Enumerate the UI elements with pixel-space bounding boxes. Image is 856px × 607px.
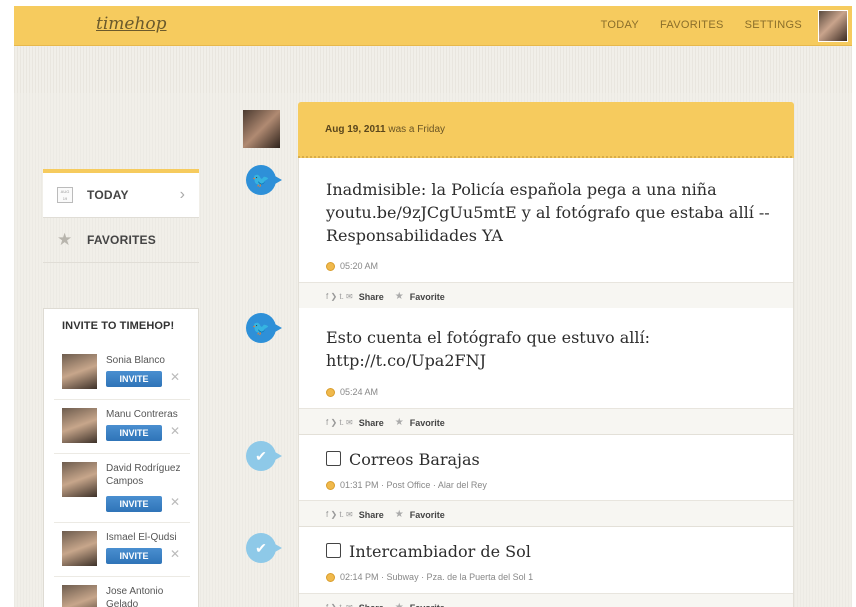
share-button[interactable]: Share — [359, 603, 384, 607]
day-header: Aug 19, 2011 was a Friday — [298, 102, 794, 158]
dismiss-icon[interactable]: ✕ — [170, 495, 180, 509]
timeline-post: Esto cuenta el fotógrafo que estuvo allí… — [298, 308, 794, 435]
profile-photo — [243, 110, 280, 148]
friend-photo — [62, 462, 97, 497]
day-header-text: Aug 19, 2011 was a Friday — [325, 124, 445, 135]
star-icon: ★ — [57, 230, 73, 249]
clock-icon — [326, 480, 335, 490]
post-title: Intercambiador de Sol — [326, 540, 776, 563]
friend-name: Manu Contreras — [106, 409, 178, 420]
top-nav: TODAY FAVORITES SETTINGS — [601, 19, 802, 31]
favorite-button[interactable]: Favorite — [410, 418, 445, 428]
dismiss-icon[interactable]: ✕ — [170, 547, 180, 561]
friend-name: Sonia Blanco — [106, 355, 165, 366]
share-button[interactable]: Share — [359, 418, 384, 428]
dismiss-icon[interactable]: ✕ — [170, 424, 180, 438]
post-meta: 05:24 AM — [326, 387, 378, 397]
post-time: 05:20 AM — [340, 261, 379, 271]
star-icon: ★ — [394, 509, 404, 520]
divider — [54, 576, 190, 577]
star-icon: ★ — [395, 602, 404, 607]
place-detail: · Subway · Pza. de la Puerta del Sol 1 — [381, 572, 534, 582]
sidebar-item-favorites[interactable]: ★ FAVORITES — [43, 218, 199, 263]
nav-favorites[interactable]: FAVORITES — [660, 19, 724, 31]
post-time: 01:31 PM — [340, 480, 379, 490]
timeline-post: Intercambiador de Sol 02:14 PM · Subway … — [298, 527, 794, 607]
friend-name: David Rodríguez Campos — [106, 463, 181, 487]
star-icon: ★ — [394, 417, 404, 428]
nav-settings[interactable]: SETTINGS — [745, 19, 802, 31]
clock-icon — [326, 572, 335, 582]
divider — [54, 453, 190, 454]
post-meta: 01:31 PM · Post Office · Alar del Rey — [326, 480, 487, 490]
post-title: Correos Barajas — [326, 448, 776, 471]
favorite-button[interactable]: Favorite — [410, 292, 445, 302]
sidebar-item-label: TODAY — [87, 188, 129, 202]
user-avatar-menu[interactable] — [818, 10, 848, 42]
share-button[interactable]: Share — [359, 510, 384, 520]
foursquare-checkin-icon: ✔ — [246, 533, 282, 563]
post-text: Inadmisible: la Policía española pega a … — [326, 180, 770, 245]
star-icon: ★ — [394, 291, 404, 302]
date-suffix: was a Friday — [385, 124, 446, 135]
friend-name: Jose Antonio Gelado — [106, 586, 164, 607]
sidebar-item-label: FAVORITES — [87, 233, 156, 247]
friend-photo — [62, 531, 97, 566]
divider — [54, 522, 190, 523]
friend-photo — [62, 585, 97, 607]
friend-name: Ismael El-Qudsi — [106, 532, 177, 543]
sidebar-item-today[interactable]: AUG 19 TODAY › — [43, 173, 199, 218]
place-name: Correos Barajas — [349, 450, 480, 469]
clock-icon — [326, 261, 335, 271]
post-actions: f ❯ t. ✉ Share ★ Favorite — [299, 500, 793, 527]
clock-icon — [326, 387, 335, 397]
subway-icon — [326, 543, 341, 558]
share-button[interactable]: Share — [359, 292, 384, 302]
date-label: Aug 19, 2011 — [325, 124, 386, 135]
header-stripe — [14, 47, 852, 93]
place-detail: · Post Office · Alar del Rey — [381, 480, 487, 490]
chevron-right-icon: › — [179, 186, 185, 203]
favorite-button[interactable]: Favorite — [410, 510, 445, 520]
share-icons[interactable]: f ❯ t. ✉ — [326, 292, 353, 301]
share-icons[interactable]: f ❯ t. ✉ — [326, 603, 353, 607]
divider — [54, 399, 190, 400]
page: timehop TODAY FAVORITES SETTINGS AUG 19 … — [14, 6, 852, 607]
post-time: 02:14 PM — [340, 572, 379, 582]
invite-button[interactable]: INVITE — [106, 425, 162, 441]
post-text: Esto cuenta el fotógrafo que estuvo allí… — [326, 328, 651, 370]
post-actions: f ❯ t. ✉ Share ★ Favorite — [299, 593, 793, 607]
invite-button[interactable]: INVITE — [106, 496, 162, 512]
place-name: Intercambiador de Sol — [349, 542, 531, 561]
calendar-icon: AUG 19 — [57, 187, 73, 203]
post-meta: 02:14 PM · Subway · Pza. de la Puerta de… — [326, 572, 533, 582]
mail-icon — [326, 451, 341, 466]
timeline-post: Inadmisible: la Policía española pega a … — [298, 158, 794, 309]
share-icons[interactable]: f ❯ t. ✉ — [326, 510, 353, 519]
post-time: 05:24 AM — [340, 387, 379, 397]
friend-photo — [62, 408, 97, 443]
favorite-button[interactable]: Favorite — [410, 603, 445, 607]
post-meta: 05:20 AM — [326, 261, 378, 271]
timehop-logo[interactable]: timehop — [96, 14, 167, 34]
nav-today[interactable]: TODAY — [601, 19, 639, 31]
sidebar-menu: AUG 19 TODAY › ★ FAVORITES — [43, 169, 199, 263]
friend-photo — [62, 354, 97, 389]
top-bar: timehop TODAY FAVORITES SETTINGS — [14, 6, 852, 46]
invite-button[interactable]: INVITE — [106, 371, 162, 387]
share-icons[interactable]: f ❯ t. ✉ — [326, 418, 353, 427]
invite-panel: INVITE TO TIMEHOP! Sonia Blanco INVITE ✕… — [43, 308, 199, 607]
timeline-post: Correos Barajas 01:31 PM · Post Office ·… — [298, 435, 794, 527]
foursquare-checkin-icon: ✔ — [246, 441, 282, 471]
post-actions: f ❯ t. ✉ Share ★ Favorite — [299, 282, 793, 309]
post-actions: f ❯ t. ✉ Share ★ Favorite — [299, 408, 793, 435]
dismiss-icon[interactable]: ✕ — [170, 370, 180, 384]
twitter-icon: 🐦 — [246, 313, 282, 343]
invite-title: INVITE TO TIMEHOP! — [62, 320, 175, 332]
invite-button[interactable]: INVITE — [106, 548, 162, 564]
twitter-icon: 🐦 — [246, 165, 282, 195]
